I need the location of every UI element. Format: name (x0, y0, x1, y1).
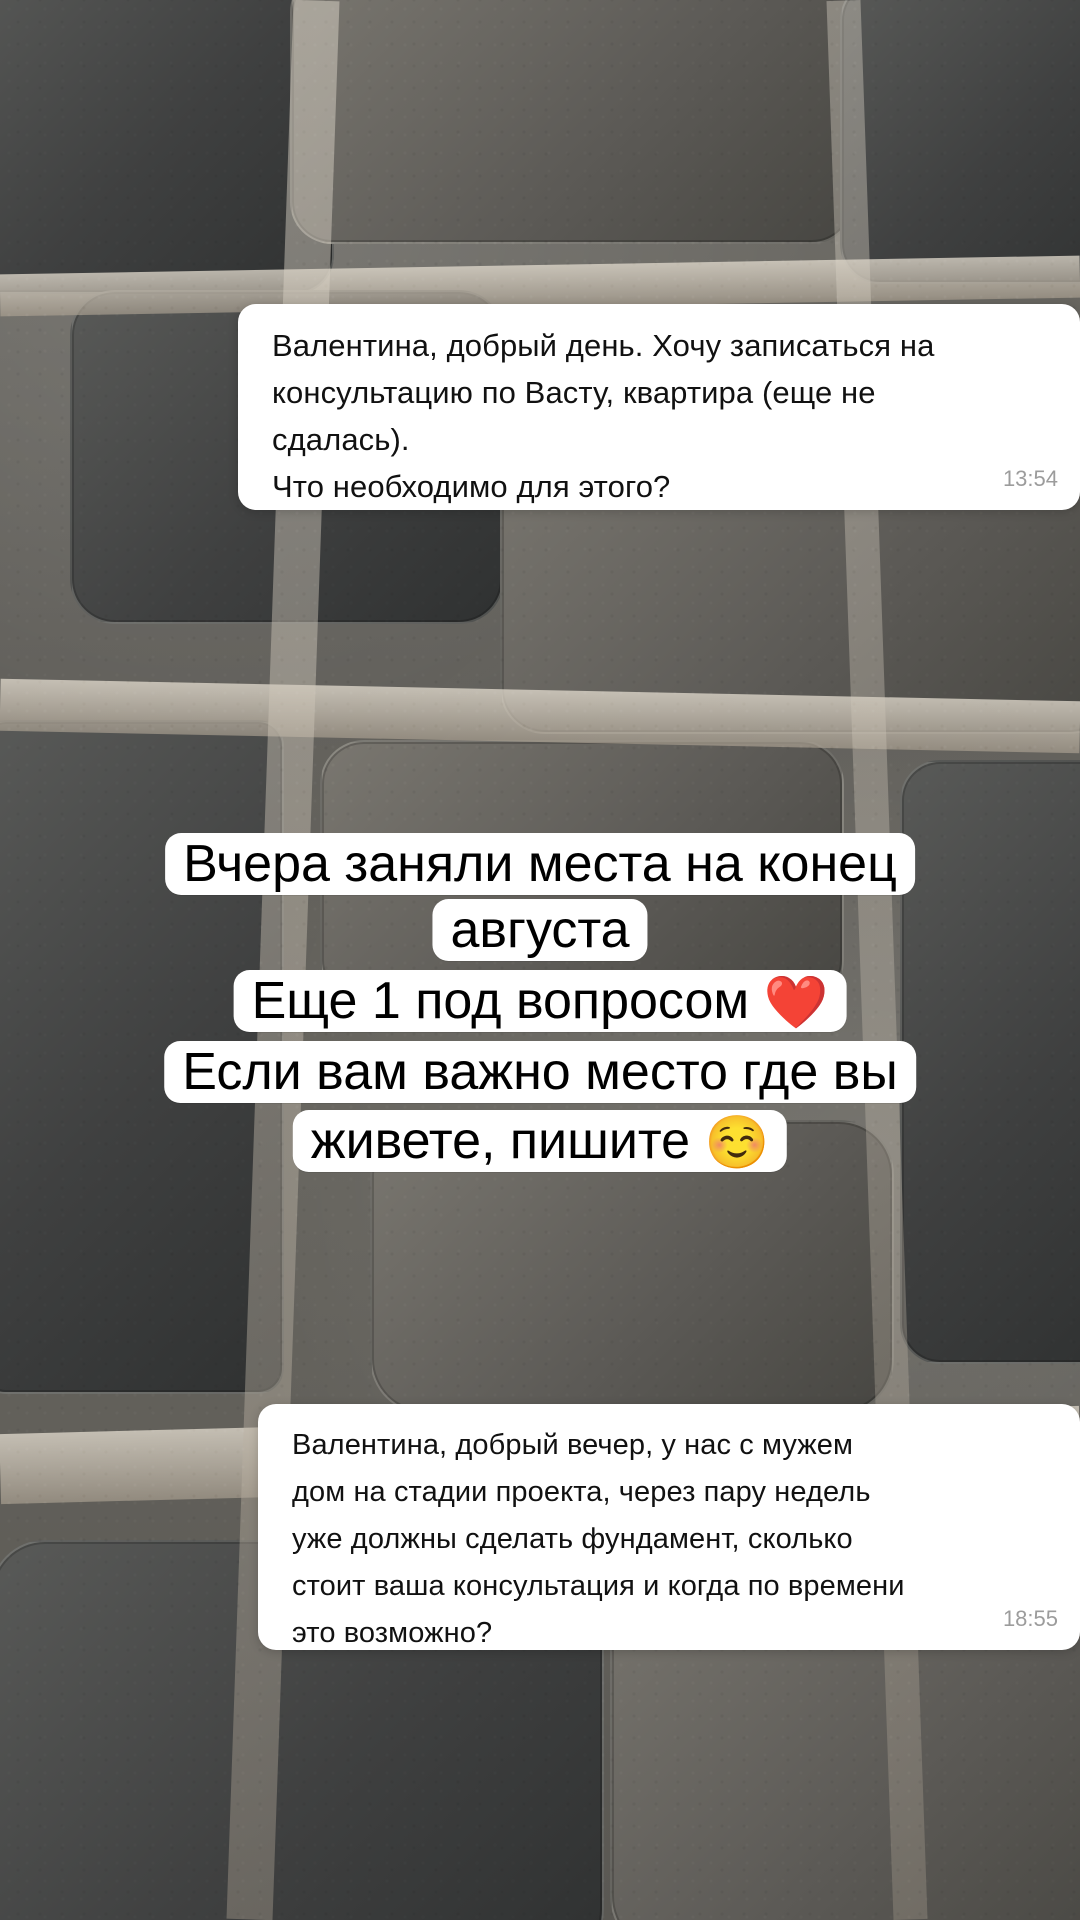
chat-message-2: Валентина, добрый вечер, у нас с мужем д… (236, 1386, 1080, 1668)
story-line-3: Еще 1 под вопросом ❤️ (233, 970, 847, 1032)
chat-message-1: Валентина, добрый день. Хочу записаться … (216, 286, 1080, 528)
chat-message-2-time: 18:55 (1002, 1606, 1058, 1631)
story-line-5: живете, пишите ☺️ (292, 1110, 788, 1172)
story-line-3-text: Еще 1 под вопросом (251, 972, 750, 1030)
story-line-4-text: Если вам важно место где вы (182, 1043, 898, 1101)
story-line-1-text: Вчера заняли места на конец (183, 835, 897, 893)
smiling-face-icon: ☺️ (704, 1114, 770, 1172)
story-line-1: Вчера заняли места на конец (165, 833, 915, 895)
chat-message-2-text: Валентина, добрый вечер, у нас с мужем д… (292, 1429, 905, 1649)
story-line-2: августа (432, 899, 648, 961)
chat-message-1-text: Валентина, добрый день. Хочу записаться … (272, 328, 935, 504)
story-line-4: Если вам важно место где вы (164, 1041, 916, 1103)
story-line-2-text: августа (450, 901, 630, 959)
heart-icon: ❤️ (763, 974, 829, 1032)
story-line-5-text: живете, пишите (310, 1112, 691, 1170)
chat-message-1-time: 13:54 (1002, 466, 1058, 491)
